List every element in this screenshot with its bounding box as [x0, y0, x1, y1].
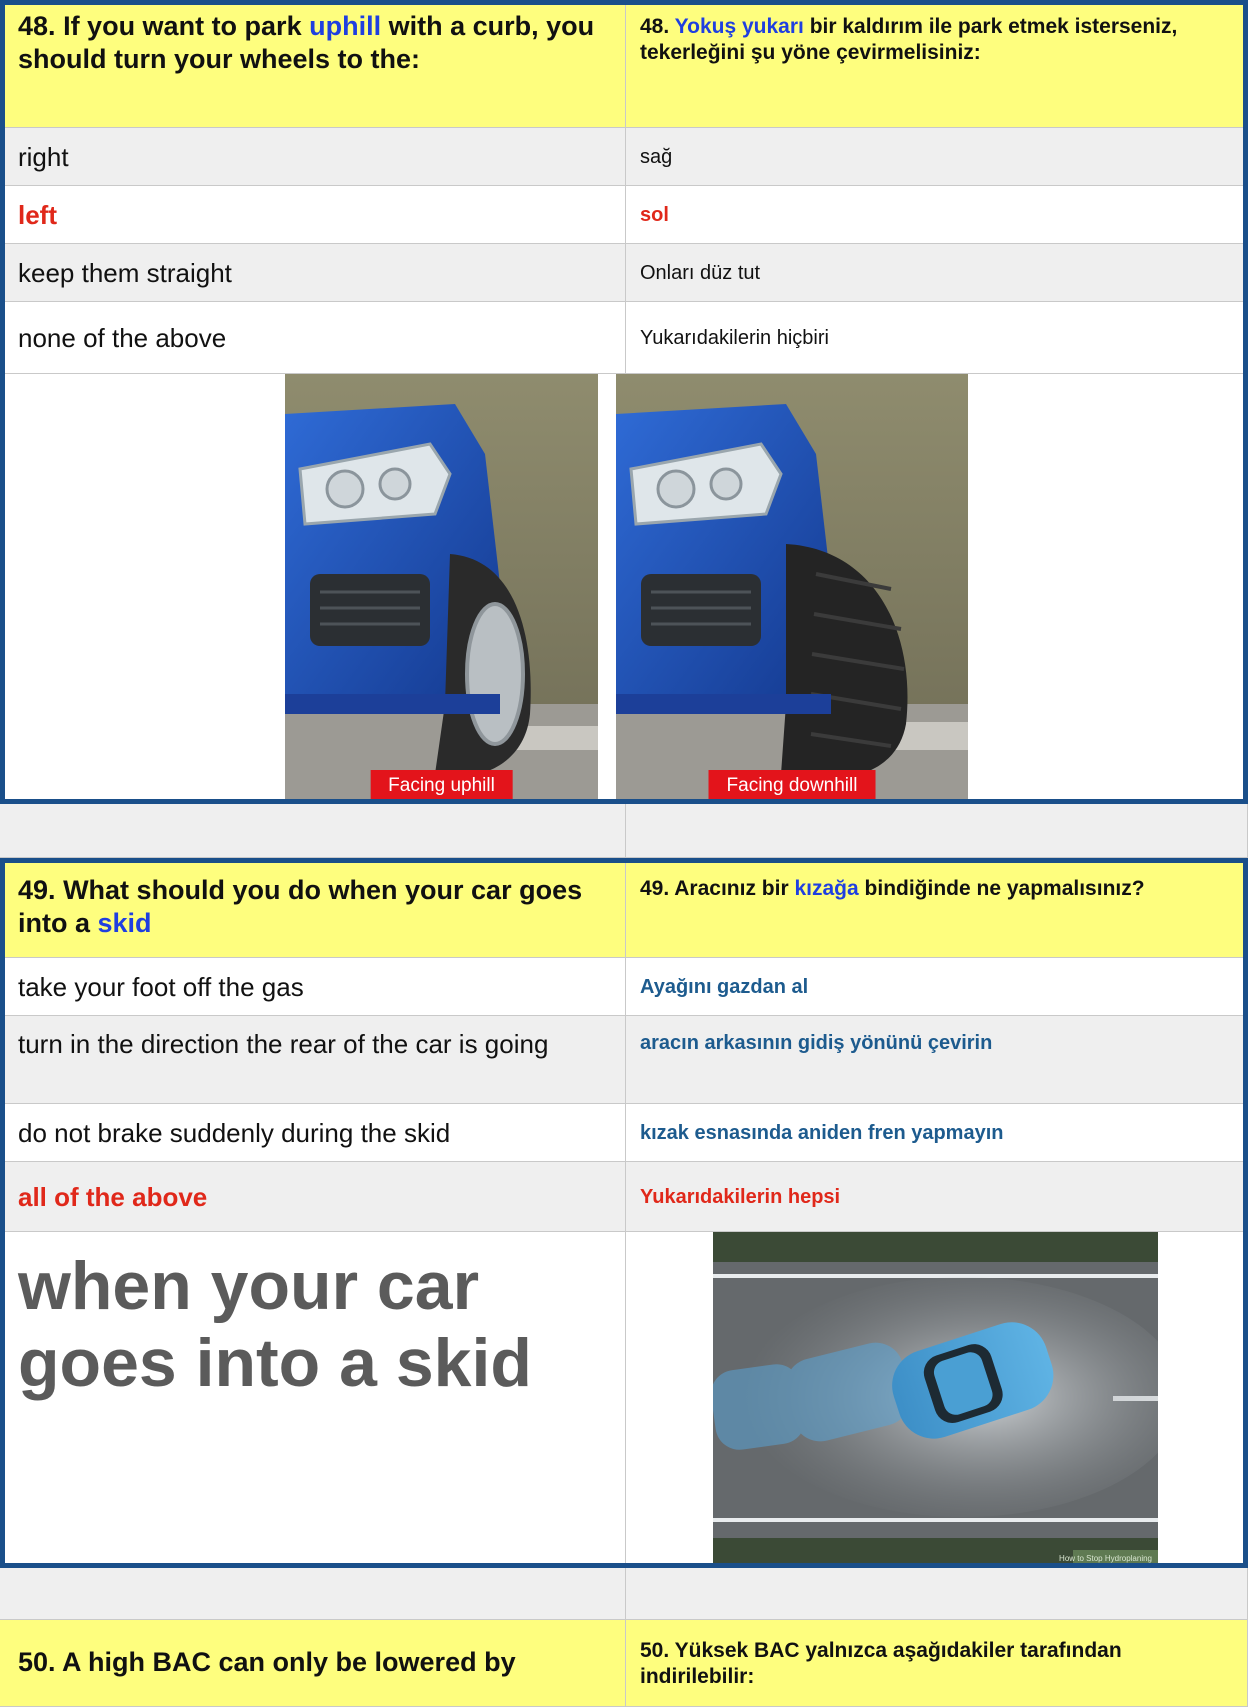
- q50-question-tr: 50. Yüksek BAC yalnızca aşağıdakiler tar…: [626, 1620, 1248, 1707]
- q49-keyword: skid: [97, 908, 152, 938]
- q48-answer-row[interactable]: left sol: [0, 186, 1248, 244]
- uphill-caption: Facing uphill: [370, 770, 513, 800]
- q50-question-en: 50. A high BAC can only be lowered by: [0, 1620, 626, 1707]
- q48-question-en: 48. If you want to park uphill with a cu…: [0, 0, 626, 128]
- q49-answer-a-en: take your foot off the gas: [18, 971, 304, 1002]
- q48-answer-b-tr: sol: [640, 203, 669, 226]
- q50-header-row: 50. A high BAC can only be lowered by 50…: [0, 1620, 1248, 1707]
- q49-answer-b-en: turn in the direction the rear of the ca…: [18, 1029, 549, 1059]
- q48-answer-d-tr: Yukarıdakilerin hiçbiri: [640, 326, 829, 349]
- q48-tr-number: 48.: [640, 15, 670, 38]
- car-uphill-photo: Facing uphill: [285, 374, 598, 800]
- q48-answer-c-tr: Onları düz tut: [640, 261, 761, 284]
- video-watermark: How to Stop Hydroplaning: [1059, 1554, 1152, 1563]
- q49-answer-row[interactable]: all of the above Yukarıdakilerin hepsi: [0, 1162, 1248, 1232]
- q49-tr-number: 49.: [640, 877, 670, 900]
- q49-answer-row[interactable]: do not brake suddenly during the skid kı…: [0, 1104, 1248, 1162]
- q50-text: 50. A high BAC can only be lowered by: [18, 1647, 516, 1677]
- q48-answer-a-en: right: [18, 141, 69, 172]
- skid-caption-text: when your car goes into a skid: [18, 1248, 532, 1401]
- q49-answer-d-tr: Yukarıdakilerin hepsi: [640, 1185, 841, 1208]
- q49-answer-row[interactable]: turn in the direction the rear of the ca…: [0, 1016, 1248, 1104]
- q48-answer-b-en: left: [18, 199, 57, 230]
- spacer-row: [0, 804, 1248, 858]
- q48-number: 48.: [18, 11, 56, 41]
- q48-answer-d-en: none of the above: [18, 322, 227, 353]
- q49-tr-keyword: kızağa: [794, 877, 859, 900]
- downhill-caption: Facing downhill: [708, 770, 876, 800]
- q48-tr-keyword: Yokuş yukarı: [674, 15, 804, 38]
- q48-answer-row[interactable]: right sağ: [0, 128, 1248, 186]
- q49-answer-d-en: all of the above: [18, 1181, 208, 1212]
- q49-answer-c-en: do not brake suddenly during the skid: [18, 1117, 451, 1148]
- q48-answer-row[interactable]: none of the above Yukarıdakilerin hiçbir…: [0, 302, 1248, 374]
- q48-answer-c-en: keep them straight: [18, 257, 232, 288]
- q49-question-tr: 49. Aracınız bir kızağa bindiğinde ne ya…: [626, 858, 1248, 958]
- q49-answer-c-tr: kızak esnasında aniden fren yapmayın: [640, 1121, 1004, 1144]
- q49-header-row: 49. What should you do when your car goe…: [0, 858, 1248, 958]
- skid-illustration: How to Stop Hydroplaning: [713, 1232, 1158, 1564]
- q50-tr-text: 50. Yüksek BAC yalnızca aşağıdakiler tar…: [640, 1639, 1122, 1688]
- q49-question-en: 49. What should you do when your car goe…: [0, 858, 626, 958]
- quiz-sheet: 48. If you want to park uphill with a cu…: [0, 0, 1248, 1707]
- q49-answer-a-tr: Ayağını gazdan al: [640, 975, 809, 998]
- q48-question-tr: 48. Yokuş yukarı bir kaldırım ile park e…: [626, 0, 1248, 128]
- spacer-row: [0, 1568, 1248, 1620]
- q49-tr-pre: Aracınız bir: [674, 877, 789, 900]
- q48-answer-a-tr: sağ: [640, 145, 673, 168]
- q48-header-row: 48. If you want to park uphill with a cu…: [0, 0, 1248, 128]
- q49-number: 49.: [18, 875, 56, 905]
- q48-text-pre: If you want to park: [63, 11, 302, 41]
- q49-answer-row[interactable]: take your foot off the gas Ayağını gazda…: [0, 958, 1248, 1016]
- q49-tr-post: bindiğinde ne yapmalısınız?: [864, 877, 1145, 900]
- q49-answer-b-tr: aracın arkasının gidiş yönünü çevirin: [640, 1032, 993, 1054]
- q48-answer-row[interactable]: keep them straight Onları düz tut: [0, 244, 1248, 302]
- q48-keyword: uphill: [309, 11, 382, 41]
- car-downhill-photo: Facing downhill: [616, 374, 968, 800]
